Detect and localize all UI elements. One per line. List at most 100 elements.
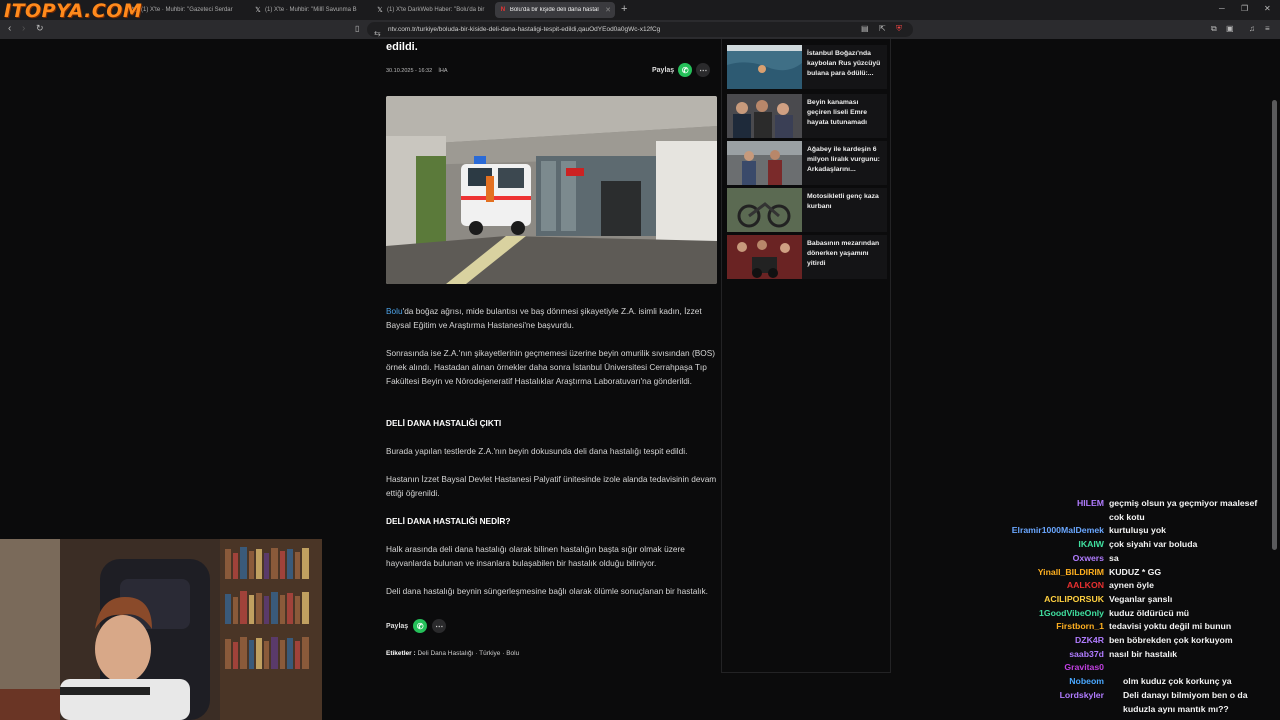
tag-link[interactable]: Bolu — [506, 650, 519, 657]
chat-text: sa — [1109, 552, 1119, 563]
chat-username[interactable]: Yinall_BILDIRIM — [1038, 567, 1104, 577]
news-title: Motosikletli genç kaza kurbanı — [807, 193, 879, 210]
chat-username[interactable]: Lordskyler — [1060, 690, 1104, 700]
chat-message: ACILIPORSUK Veganlar şanslı — [990, 594, 1280, 608]
close-window-icon[interactable]: ✕ — [1264, 4, 1271, 13]
article-photo — [386, 96, 717, 284]
chat-message: Firstborn_1 tedavisi yoktu değil mi bunun — [990, 621, 1280, 635]
related-news-item[interactable]: Ağabey ile kardeşin 6 milyon liralık vur… — [727, 141, 887, 185]
article-meta: 30.10.2025 - 16:32 İHA — [386, 68, 447, 74]
tab-active[interactable]: N Bolu'da bir kişide deli dana hastal ✕ — [495, 2, 615, 18]
chat-username[interactable]: Elramir1000MalDemek — [1012, 525, 1104, 535]
share-label: Paylaş — [652, 66, 675, 74]
scrollbar[interactable] — [1272, 100, 1277, 550]
more-options-icon[interactable]: ⋯ — [696, 63, 711, 77]
chat-message: Oxwers sa — [990, 553, 1280, 567]
share-top: Paylaş ✆ ⋯ — [652, 63, 711, 77]
chat-text: kuduz öldürücü mü — [1109, 607, 1190, 618]
news-thumbnail — [727, 235, 802, 279]
paragraph-6: Deli dana hastalığı beynin süngerleşmesi… — [386, 586, 708, 596]
chat-username[interactable]: 1GoodVibeOnly — [1039, 608, 1104, 618]
ntv-icon: N — [500, 7, 506, 13]
chat-text: KUDUZ * GG — [1109, 566, 1162, 577]
paragraph-1-text: 'da boğaz ağrısı, mide bulantısı ve baş … — [386, 306, 702, 330]
extensions-icon[interactable]: ⧉ — [1211, 24, 1217, 34]
x-icon: 𝕏 — [377, 7, 383, 14]
news-thumbnail — [727, 141, 802, 185]
related-news-item[interactable]: Motosikletli genç kaza kurbanı — [727, 188, 887, 232]
section-heading-2: DELİ DANA HASTALIĞI NEDİR? — [386, 516, 511, 526]
tab-label: (1) X'te · Muhbir: "Gazeteci Serdar — [141, 7, 233, 13]
tab-label: (1) X'te · Muhbir: "Millî Savunma B — [265, 7, 357, 13]
chat-username[interactable]: AALKON — [1067, 580, 1104, 590]
chat-message: HILEM geçmiş olsun ya geçmiyor maalesef — [990, 498, 1280, 512]
reader-icon[interactable]: ▤ — [861, 24, 869, 33]
chat-text: tedavisi yoktu değil mi bunun — [1109, 621, 1232, 632]
chat-username[interactable]: DZK4R — [1075, 635, 1104, 645]
tab-label: (1) X'te DarkWeb Haber: "Bolu'da bir — [387, 7, 485, 13]
news-title: Beyin kanaması geçiren liseli Emre hayat… — [807, 99, 868, 126]
more-options-icon[interactable]: ⋯ — [432, 619, 447, 633]
chat-username[interactable]: saab37d — [1069, 649, 1104, 659]
news-title: Babasının mezarından dönerken yaşamını y… — [807, 240, 880, 267]
address-bar: ‹ › ↻ ▯ ⇆ ntv.com.tr/turkiye/boluda-bir-… — [0, 20, 1280, 39]
chat-message: AALKON aynen öyle — [990, 580, 1280, 594]
article-headline: edildi. — [386, 41, 418, 53]
paragraph-2: Sonrasında ise Z.A.'nın şikayetlerinin g… — [386, 348, 715, 386]
streamer-logo: ITOPYA.COM — [4, 0, 143, 22]
chat-username[interactable]: Nobeom — [1069, 676, 1104, 686]
chat-text: ben böbrekden çok korkuyom — [1109, 635, 1233, 645]
reload-icon[interactable]: ↻ — [36, 23, 44, 34]
tab-2[interactable]: 𝕏 (1) X'te · Muhbir: "Millî Savunma B — [254, 2, 366, 18]
chat-message: 1GoodVibeOnly kuduz öldürücü mü — [990, 608, 1280, 622]
minimize-icon[interactable]: ─ — [1219, 4, 1225, 13]
chat-text: geçmiş olsun ya geçmiyor maalesef — [1109, 498, 1258, 508]
article-source: İHA — [438, 68, 448, 74]
chat-text: kurtuluşu yok — [1109, 525, 1166, 536]
bolu-link[interactable]: Bolu — [386, 306, 403, 316]
menu-icon[interactable]: ≡ — [1265, 24, 1270, 33]
chat-username[interactable]: Firstborn_1 — [1056, 621, 1104, 631]
chat-message: cok kotu — [990, 512, 1280, 526]
whatsapp-icon[interactable]: ✆ — [678, 63, 693, 77]
related-news-item[interactable]: Babasının mezarından dönerken yaşamını y… — [727, 235, 887, 279]
chat-text: olm kuduz çok korkunç ya — [1123, 676, 1232, 687]
chat-username[interactable]: IKAIW — [1078, 539, 1104, 549]
close-tab-icon[interactable]: ✕ — [605, 6, 611, 14]
whatsapp-icon[interactable]: ✆ — [413, 619, 428, 633]
tags: Etiketler : Deli Dana Hastalığı · Türkiy… — [386, 650, 520, 657]
x-icon: 𝕏 — [255, 7, 261, 14]
chat-username[interactable]: ACILIPORSUK — [1044, 594, 1104, 604]
tags-label: Etiketler : — [386, 650, 416, 657]
back-icon[interactable]: ‹ — [8, 23, 11, 34]
share-icon[interactable]: ⇱ — [879, 24, 886, 33]
chat-message: Gravitas0 — [990, 662, 1280, 676]
sidebar-icon[interactable]: ▣ — [1226, 24, 1234, 33]
tag-link[interactable]: Türkiye — [479, 650, 500, 657]
news-title: İstanbul Boğazı'nda kaybolan Rus yüzcüyü… — [807, 50, 881, 77]
bookmark-icon[interactable]: ▯ — [355, 24, 359, 33]
chat-username[interactable]: HILEM — [1077, 498, 1104, 508]
tag-link[interactable]: Deli Dana Hastalığı — [417, 650, 473, 657]
related-news-item[interactable]: Beyin kanaması geçiren liseli Emre hayat… — [727, 94, 887, 138]
url-field[interactable]: ⇆ ntv.com.tr/turkiye/boluda-bir-kiside-d… — [367, 22, 913, 38]
paragraph-3: Burada yapılan testlerde Z.A.'nın beyin … — [386, 446, 688, 456]
news-title: Ağabey ile kardeşin 6 milyon liralık vur… — [807, 146, 880, 173]
tab-bar: ITOPYA.COM 𝕏 (1) X'te · Muhbir: "Gazetec… — [0, 0, 1280, 22]
tab-3[interactable]: 𝕏 (1) X'te DarkWeb Haber: "Bolu'da bir — [376, 2, 488, 18]
brave-shield-icon[interactable]: ⛨ — [896, 24, 902, 34]
new-tab-icon[interactable]: + — [621, 3, 627, 15]
section-heading-1: DELİ DANA HASTALIĞI ÇIKTI — [386, 418, 502, 428]
maximize-icon[interactable]: ❐ — [1241, 4, 1248, 13]
forward-icon[interactable]: › — [22, 23, 25, 34]
tab-1[interactable]: 𝕏 (1) X'te · Muhbir: "Gazeteci Serdar — [130, 2, 242, 18]
news-thumbnail — [727, 188, 802, 232]
chat-username[interactable]: Gravitas0 — [1064, 662, 1104, 672]
chat-message: IKAIW çok siyahi var boluda — [990, 539, 1280, 553]
chat-username[interactable]: Oxwers — [1073, 553, 1104, 563]
share-label: Paylaş — [386, 622, 409, 630]
article-date: 30.10.2025 - 16:32 — [386, 68, 433, 74]
media-icon[interactable]: ♫ — [1249, 24, 1255, 33]
related-news-item[interactable]: İstanbul Boğazı'nda kaybolan Rus yüzcüyü… — [727, 45, 887, 89]
chat-message: DZK4R ben böbrekden çok korkuyom — [990, 635, 1280, 649]
